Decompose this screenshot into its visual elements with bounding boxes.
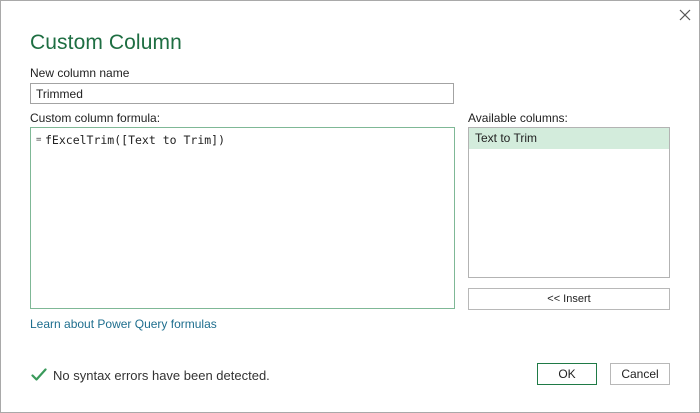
column-item-text-to-trim[interactable]: Text to Trim (469, 128, 669, 149)
ok-button[interactable]: OK (537, 363, 597, 385)
new-column-name-label: New column name (30, 66, 130, 80)
new-column-name-input[interactable] (30, 83, 454, 104)
custom-column-dialog: Custom Column New column name Custom col… (0, 0, 700, 413)
available-columns-list[interactable]: Text to Trim (468, 127, 670, 278)
formula-equals-sign: = (36, 135, 42, 145)
available-columns-label: Available columns: (468, 111, 568, 125)
learn-formulas-link[interactable]: Learn about Power Query formulas (30, 317, 217, 331)
insert-button[interactable]: << Insert (468, 288, 670, 310)
checkmark-icon (31, 368, 47, 381)
dialog-title: Custom Column (30, 31, 182, 54)
formula-editor[interactable]: = fExcelTrim([Text to Trim]) (30, 127, 455, 309)
formula-label: Custom column formula: (30, 111, 161, 125)
close-icon (679, 9, 691, 21)
close-button[interactable] (674, 4, 696, 26)
cancel-button[interactable]: Cancel (610, 363, 670, 385)
status-text: No syntax errors have been detected. (53, 368, 270, 383)
formula-text[interactable]: fExcelTrim([Text to Trim]) (45, 133, 225, 147)
